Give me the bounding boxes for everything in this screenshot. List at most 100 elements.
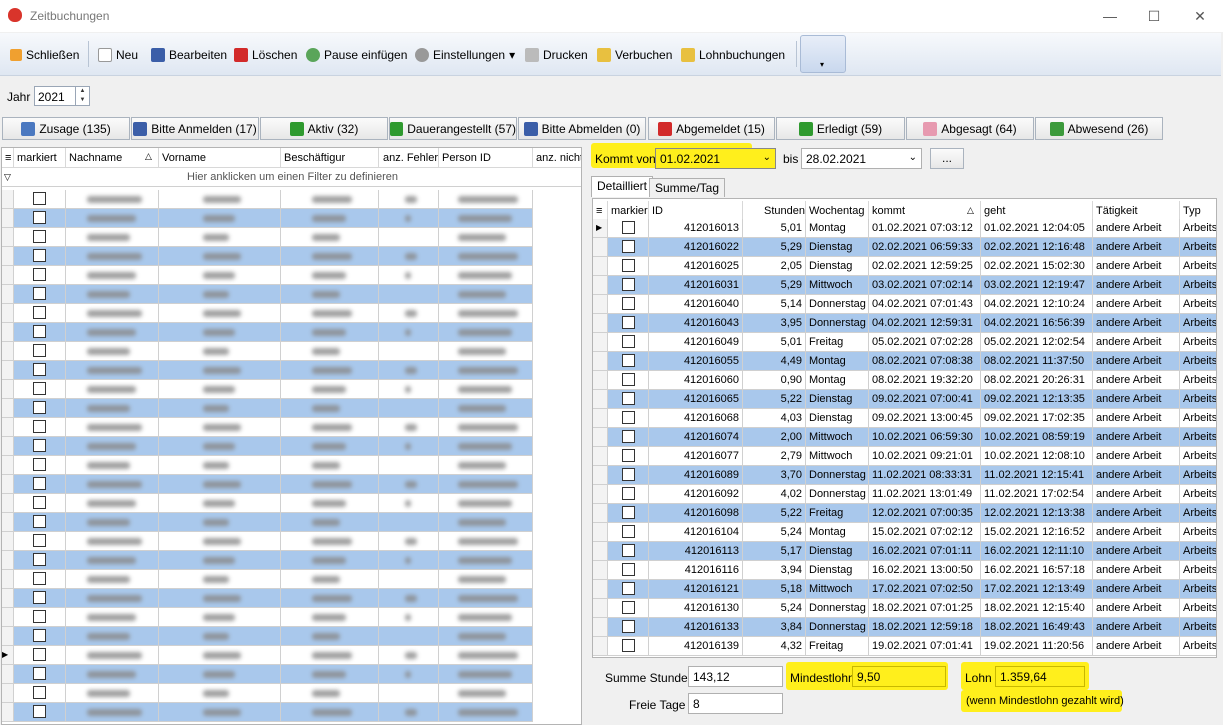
row-checkbox[interactable] bbox=[621, 544, 635, 557]
row-checkbox[interactable] bbox=[621, 240, 635, 253]
row-selector[interactable] bbox=[593, 390, 608, 409]
table-row[interactable] bbox=[2, 589, 542, 608]
row-checkbox[interactable] bbox=[33, 534, 46, 547]
status-button[interactable]: Bitte Abmelden (0) bbox=[518, 117, 646, 140]
row-selector[interactable] bbox=[593, 599, 608, 618]
row-selector[interactable] bbox=[593, 333, 608, 352]
row-selector[interactable] bbox=[2, 399, 14, 418]
row-checkbox[interactable] bbox=[621, 468, 635, 481]
status-button[interactable]: Abwesend (26) bbox=[1035, 117, 1163, 140]
row-selector[interactable] bbox=[2, 228, 14, 247]
row-checkbox[interactable] bbox=[621, 620, 635, 633]
row-checkbox[interactable] bbox=[33, 344, 46, 357]
row-checkbox[interactable] bbox=[33, 591, 46, 604]
row-checkbox[interactable] bbox=[33, 401, 46, 414]
row-checkbox[interactable] bbox=[33, 211, 46, 224]
row-selector[interactable] bbox=[2, 703, 14, 722]
row-checkbox[interactable] bbox=[33, 686, 46, 699]
row-selector[interactable] bbox=[2, 342, 14, 361]
row-selector[interactable] bbox=[593, 238, 608, 257]
row-checkbox[interactable] bbox=[621, 563, 635, 576]
row-selector[interactable] bbox=[2, 570, 14, 589]
status-button[interactable]: Dauerangestellt (57) bbox=[389, 117, 517, 140]
row-selector[interactable] bbox=[593, 371, 608, 390]
table-row[interactable] bbox=[2, 437, 542, 456]
row-selector[interactable] bbox=[2, 266, 14, 285]
row-selector[interactable] bbox=[2, 209, 14, 228]
table-row[interactable] bbox=[2, 513, 542, 532]
row-selector[interactable] bbox=[593, 561, 608, 580]
status-button[interactable]: Zusage (135) bbox=[2, 117, 130, 140]
column-header[interactable]: anz. Fehler bbox=[379, 148, 439, 168]
row-checkbox[interactable] bbox=[33, 439, 46, 452]
row-checkbox[interactable] bbox=[621, 316, 635, 329]
column-header[interactable]: Stunden bbox=[743, 201, 806, 221]
row-checkbox[interactable] bbox=[33, 572, 46, 585]
row-selector[interactable] bbox=[593, 637, 608, 656]
table-row[interactable]: 412016065 5,22 Dienstag 09.02.2021 07:00:41… bbox=[593, 390, 1216, 409]
table-row[interactable]: 412016068 4,03 Dienstag 09.02.2021 13:00:45… bbox=[593, 409, 1216, 428]
table-row[interactable] bbox=[2, 190, 542, 209]
to-date-picker[interactable]: 28.02.2021 ⌄ bbox=[801, 148, 922, 169]
column-header[interactable]: Beschäftigur bbox=[281, 148, 379, 168]
maximize-button[interactable]: ☐ bbox=[1131, 0, 1177, 32]
print-button[interactable]: Drucken bbox=[525, 33, 588, 76]
table-row[interactable] bbox=[2, 532, 542, 551]
row-checkbox[interactable] bbox=[33, 249, 46, 262]
table-row[interactable]: 412016074 2,00 Mittwoch 10.02.2021 06:59:30… bbox=[593, 428, 1216, 447]
table-row[interactable] bbox=[2, 703, 542, 722]
table-row[interactable]: 412016049 5,01 Freitag 05.02.2021 07:02:28 0… bbox=[593, 333, 1216, 352]
edit-button[interactable]: Bearbeiten bbox=[151, 33, 227, 76]
table-row[interactable] bbox=[2, 228, 542, 247]
row-checkbox[interactable] bbox=[621, 335, 635, 348]
table-row[interactable] bbox=[2, 304, 542, 323]
row-selector[interactable] bbox=[2, 418, 14, 437]
row-checkbox[interactable] bbox=[33, 382, 46, 395]
table-row[interactable]: ▶ 412016013 5,01 Montag 01.02.2021 07:03:12 0… bbox=[593, 219, 1216, 238]
tab-detailliert[interactable]: Detailliert bbox=[591, 176, 654, 197]
table-row[interactable]: 412016130 5,24 Donnerstag 18.02.2021 07:01:… bbox=[593, 599, 1216, 618]
column-header[interactable]: ID bbox=[649, 201, 743, 221]
row-selector[interactable] bbox=[2, 551, 14, 570]
table-row[interactable] bbox=[2, 323, 542, 342]
row-selector[interactable]: ▶ bbox=[593, 219, 608, 238]
row-checkbox[interactable] bbox=[621, 297, 635, 310]
row-selector[interactable] bbox=[2, 190, 14, 209]
table-row[interactable] bbox=[2, 608, 542, 627]
table-row[interactable] bbox=[2, 380, 542, 399]
row-selector[interactable] bbox=[2, 475, 14, 494]
table-row[interactable] bbox=[2, 247, 542, 266]
column-header[interactable]: markiert bbox=[14, 148, 66, 168]
year-spinner[interactable]: 2021 ▲ ▼ bbox=[34, 86, 90, 106]
row-selector[interactable] bbox=[2, 380, 14, 399]
row-checkbox[interactable] bbox=[33, 458, 46, 471]
row-checkbox[interactable] bbox=[33, 363, 46, 376]
column-chooser-icon[interactable]: ≡ bbox=[593, 201, 608, 221]
status-button[interactable]: Abgemeldet (15) bbox=[648, 117, 775, 140]
row-selector[interactable]: ▶ bbox=[2, 646, 14, 665]
row-selector[interactable] bbox=[2, 323, 14, 342]
table-row[interactable] bbox=[2, 456, 542, 475]
row-selector[interactable] bbox=[593, 542, 608, 561]
row-checkbox[interactable] bbox=[33, 230, 46, 243]
row-selector[interactable] bbox=[593, 409, 608, 428]
column-header[interactable]: Tätigkeit bbox=[1093, 201, 1180, 221]
row-selector[interactable] bbox=[593, 257, 608, 276]
table-row[interactable]: 412016043 3,95 Donnerstag 04.02.2021 12:59:… bbox=[593, 314, 1216, 333]
table-row[interactable] bbox=[2, 342, 542, 361]
status-button[interactable]: Bitte Anmelden (17) bbox=[131, 117, 259, 140]
row-selector[interactable] bbox=[593, 447, 608, 466]
row-checkbox[interactable] bbox=[33, 667, 46, 680]
row-selector[interactable] bbox=[593, 314, 608, 333]
row-selector[interactable] bbox=[593, 485, 608, 504]
row-selector[interactable] bbox=[2, 285, 14, 304]
table-row[interactable]: ▶ bbox=[2, 646, 542, 665]
settings-button[interactable]: Einstellungen ▾ bbox=[415, 33, 515, 76]
row-checkbox[interactable] bbox=[33, 420, 46, 433]
delete-button[interactable]: Löschen bbox=[234, 33, 297, 76]
table-row[interactable] bbox=[2, 494, 542, 513]
table-row[interactable]: 412016031 5,29 Mittwoch 03.02.2021 07:02:14… bbox=[593, 276, 1216, 295]
row-checkbox[interactable] bbox=[33, 325, 46, 338]
table-row[interactable] bbox=[2, 475, 542, 494]
row-selector[interactable] bbox=[593, 523, 608, 542]
